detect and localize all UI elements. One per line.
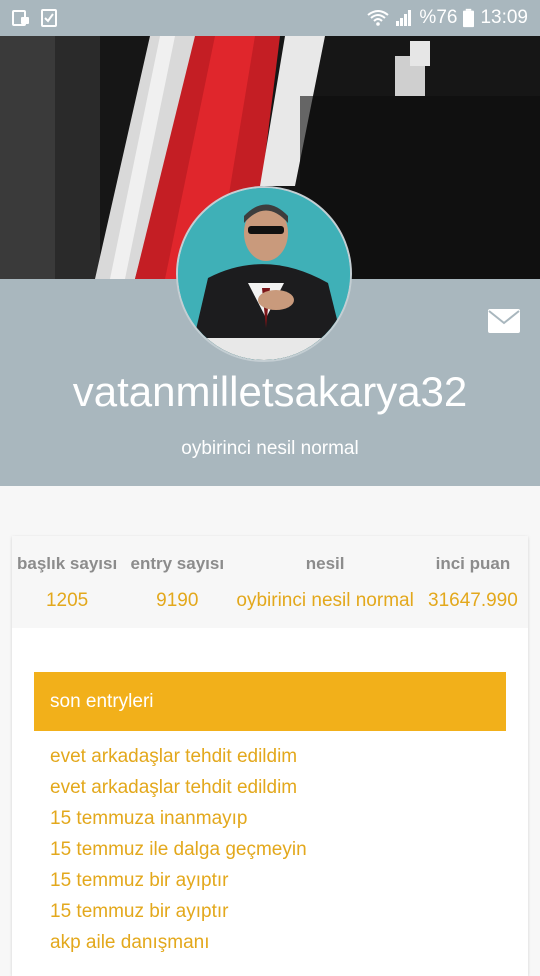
user-generation-subtitle: oybirinci nesil normal bbox=[181, 438, 359, 459]
entry-link[interactable]: evet arkadaşlar tehdit edildim bbox=[50, 742, 506, 773]
stat-label: inci puan bbox=[435, 554, 511, 573]
mail-button[interactable] bbox=[488, 309, 520, 333]
stat-value: 1205 bbox=[45, 590, 89, 611]
avatar-image bbox=[178, 188, 350, 360]
wifi-icon bbox=[367, 10, 390, 26]
entry-link[interactable]: 15 temmuz ile dalga geçmeyin bbox=[50, 835, 506, 866]
stat-entry-count[interactable]: entry sayısı 9190 bbox=[122, 536, 232, 628]
clock: 13:09 bbox=[480, 7, 528, 28]
mail-icon bbox=[488, 309, 520, 333]
task-check-icon bbox=[41, 9, 57, 27]
signal-icon bbox=[396, 10, 412, 26]
entry-link[interactable]: 15 temmuza inanmayıp bbox=[50, 804, 506, 835]
stat-value: 31647.990 bbox=[428, 590, 518, 611]
avatar[interactable] bbox=[176, 186, 352, 362]
status-right: %76 13:09 bbox=[367, 7, 528, 29]
stat-value: oybirinci nesil normal bbox=[236, 590, 414, 611]
image-notification-icon bbox=[12, 10, 29, 26]
stat-label: başlık sayısı bbox=[17, 554, 118, 573]
battery-icon bbox=[463, 8, 475, 28]
entry-link[interactable]: akp aile danışmanı bbox=[50, 928, 506, 959]
stat-value: 9190 bbox=[156, 590, 199, 611]
battery-percent: %76 bbox=[419, 7, 458, 28]
stat-title-count[interactable]: başlık sayısı 1205 bbox=[12, 536, 122, 628]
entry-link[interactable]: 15 temmuz bir ayıptır bbox=[50, 897, 506, 928]
profile-card: başlık sayısı 1205 entry sayısı 9190 nes… bbox=[12, 536, 528, 976]
stat-label: nesil bbox=[305, 554, 345, 573]
stat-generation[interactable]: nesil oybirinci nesil normal bbox=[232, 536, 417, 628]
stat-label: entry sayısı bbox=[130, 554, 225, 573]
status-bar: %76 13:09 bbox=[0, 0, 540, 36]
status-left-icons bbox=[12, 9, 58, 27]
entry-link[interactable]: evet arkadaşlar tehdit edildim bbox=[50, 773, 506, 804]
recent-entries-list: evet arkadaşlar tehdit edildim evet arka… bbox=[34, 742, 506, 959]
username: vatanmilletsakarya32 bbox=[72, 368, 468, 415]
stats-row: başlık sayısı 1205 entry sayısı 9190 nes… bbox=[12, 536, 528, 628]
recent-entries-header: son entryleri bbox=[34, 672, 506, 731]
stat-points[interactable]: inci puan 31647.990 bbox=[418, 536, 528, 628]
entry-link[interactable]: 15 temmuz bir ayıptır bbox=[50, 866, 506, 897]
